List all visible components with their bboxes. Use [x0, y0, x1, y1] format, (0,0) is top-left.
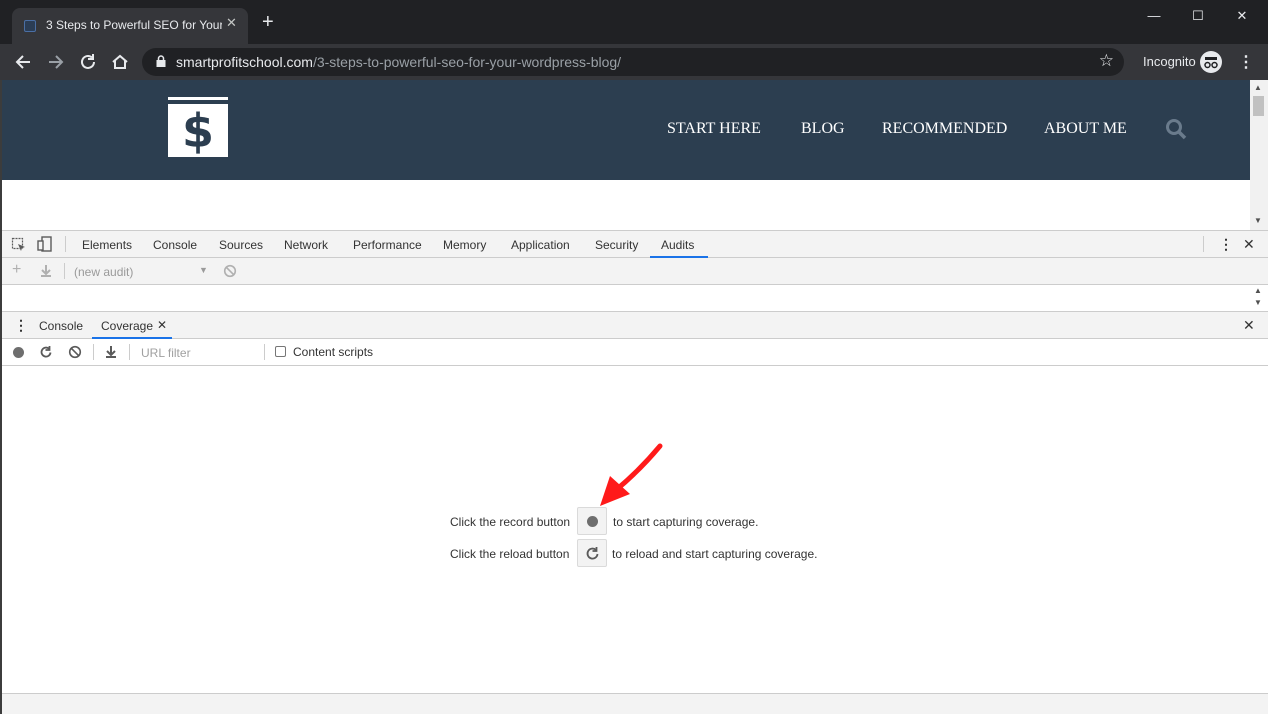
- devtools-tabbar: Elements Console Sources Network Perform…: [0, 230, 1268, 258]
- tab-audits[interactable]: Audits: [661, 238, 694, 252]
- status-strip: [0, 693, 1268, 714]
- maximize-button[interactable]: ☐: [1176, 4, 1220, 28]
- url-host: smartprofitschool.com: [176, 54, 313, 70]
- divider: [129, 344, 130, 360]
- audit-select[interactable]: (new audit): [74, 265, 133, 279]
- nav-blog[interactable]: BLOG: [801, 120, 845, 138]
- favicon-icon: [24, 20, 36, 32]
- page-content: [2, 180, 1250, 230]
- audits-toolbar: + (new audit) ▼: [0, 258, 1268, 285]
- drawer-tabbar: ⋮ Console Coverage ✕ ✕: [0, 311, 1268, 339]
- tab-network[interactable]: Network: [284, 238, 328, 252]
- export-coverage-icon[interactable]: [104, 345, 118, 364]
- browser-menu-icon[interactable]: ⋮: [1238, 52, 1254, 72]
- nav-start-here[interactable]: START HERE: [667, 120, 761, 138]
- clear-audits-icon[interactable]: [223, 264, 237, 283]
- reload-button[interactable]: [577, 539, 607, 567]
- close-window-button[interactable]: ✕: [1220, 4, 1264, 28]
- divider: [1203, 236, 1204, 252]
- download-audit-icon[interactable]: [39, 264, 53, 283]
- divider: [264, 344, 265, 360]
- record-instruction-suffix: to start capturing coverage.: [613, 515, 759, 529]
- drawer-tab-console[interactable]: Console: [39, 319, 83, 333]
- drawer-close-icon[interactable]: ✕: [1243, 317, 1255, 334]
- scroll-up-icon[interactable]: ▲: [1254, 83, 1262, 92]
- new-tab-button[interactable]: +: [262, 12, 274, 32]
- coverage-toolbar: URL filter Content scripts: [0, 339, 1268, 366]
- record-icon[interactable]: [12, 346, 25, 364]
- bookmark-star-icon[interactable]: ☆: [1099, 51, 1114, 71]
- device-toolbar-icon[interactable]: [37, 236, 53, 257]
- scroll-thumb[interactable]: [1253, 96, 1264, 116]
- screen: 3 Steps to Powerful SEO for Your WordPre…: [0, 0, 1268, 714]
- tab-console[interactable]: Console: [153, 238, 197, 252]
- tab-title: 3 Steps to Powerful SEO for Your WordPre…: [46, 18, 222, 32]
- site-logo[interactable]: $: [168, 97, 228, 157]
- nav-recommended[interactable]: RECOMMENDED: [882, 120, 1007, 138]
- incognito-icon[interactable]: [1200, 51, 1222, 73]
- forward-icon[interactable]: [45, 51, 67, 73]
- tab-application[interactable]: Application: [511, 238, 570, 252]
- scroll-down-icon[interactable]: ▼: [1254, 298, 1262, 307]
- url-filter-input[interactable]: URL filter: [141, 346, 191, 360]
- scroll-down-icon[interactable]: ▼: [1254, 216, 1262, 225]
- audits-panel: ▲ ▼: [0, 285, 1268, 311]
- inspect-element-icon[interactable]: [11, 237, 27, 258]
- content-scripts-checkbox[interactable]: [275, 346, 286, 357]
- tab-elements[interactable]: Elements: [82, 238, 132, 252]
- home-icon[interactable]: [109, 51, 131, 73]
- tab-sources[interactable]: Sources: [219, 238, 263, 252]
- tab-memory[interactable]: Memory: [443, 238, 486, 252]
- lock-icon: [156, 55, 166, 67]
- divider: [65, 236, 66, 252]
- divider: [64, 263, 65, 279]
- url-path: /3-steps-to-powerful-seo-for-your-wordpr…: [312, 54, 622, 70]
- minimize-button[interactable]: —: [1132, 4, 1176, 28]
- window-frame: [0, 80, 2, 714]
- logo-dollar-icon: $: [181, 104, 214, 158]
- add-audit-icon[interactable]: +: [12, 261, 21, 279]
- content-scripts-label: Content scripts: [293, 345, 374, 359]
- devtools-menu-icon[interactable]: ⋮: [1219, 236, 1233, 253]
- address-bar[interactable]: smartprofitschool.com/3-steps-to-powerfu…: [142, 48, 1124, 76]
- scroll-up-icon[interactable]: ▲: [1254, 286, 1262, 295]
- tab-security[interactable]: Security: [595, 238, 638, 252]
- clear-coverage-icon[interactable]: [68, 345, 82, 364]
- incognito-label: Incognito: [1143, 54, 1196, 69]
- site-search-icon[interactable]: [1165, 118, 1187, 145]
- tab-performance[interactable]: Performance: [353, 238, 422, 252]
- back-icon[interactable]: [12, 51, 34, 73]
- coverage-tab-close-icon[interactable]: ✕: [157, 318, 167, 332]
- nav-about-me[interactable]: ABOUT ME: [1044, 120, 1127, 138]
- reload-icon[interactable]: [77, 51, 99, 73]
- url-text: smartprofitschool.com/3-steps-to-powerfu…: [176, 54, 621, 70]
- annotation-arrow-icon: [600, 443, 663, 506]
- coverage-panel: [0, 366, 1268, 693]
- reload-instruction-suffix: to reload and start capturing coverage.: [612, 547, 818, 561]
- tab-close-icon[interactable]: ✕: [226, 15, 237, 31]
- browser-toolbar: smartprofitschool.com/3-steps-to-powerfu…: [0, 44, 1268, 80]
- title-bar: 3 Steps to Powerful SEO for Your WordPre…: [0, 0, 1268, 44]
- devtools-close-icon[interactable]: ✕: [1243, 236, 1255, 253]
- select-arrow-icon: ▼: [199, 265, 208, 275]
- page-scrollbar[interactable]: ▲ ▼: [1250, 80, 1268, 230]
- drawer-menu-icon[interactable]: ⋮: [14, 317, 28, 334]
- record-instruction-prefix: Click the record button: [450, 515, 571, 529]
- drawer-tab-coverage[interactable]: Coverage: [101, 319, 153, 333]
- reload-instruction-prefix: Click the reload button: [450, 547, 570, 561]
- browser-tab[interactable]: 3 Steps to Powerful SEO for Your WordPre…: [12, 8, 248, 44]
- reload-coverage-icon[interactable]: [39, 345, 53, 364]
- divider: [93, 344, 94, 360]
- site-header: $ START HERE BLOG RECOMMENDED ABOUT ME: [2, 80, 1250, 180]
